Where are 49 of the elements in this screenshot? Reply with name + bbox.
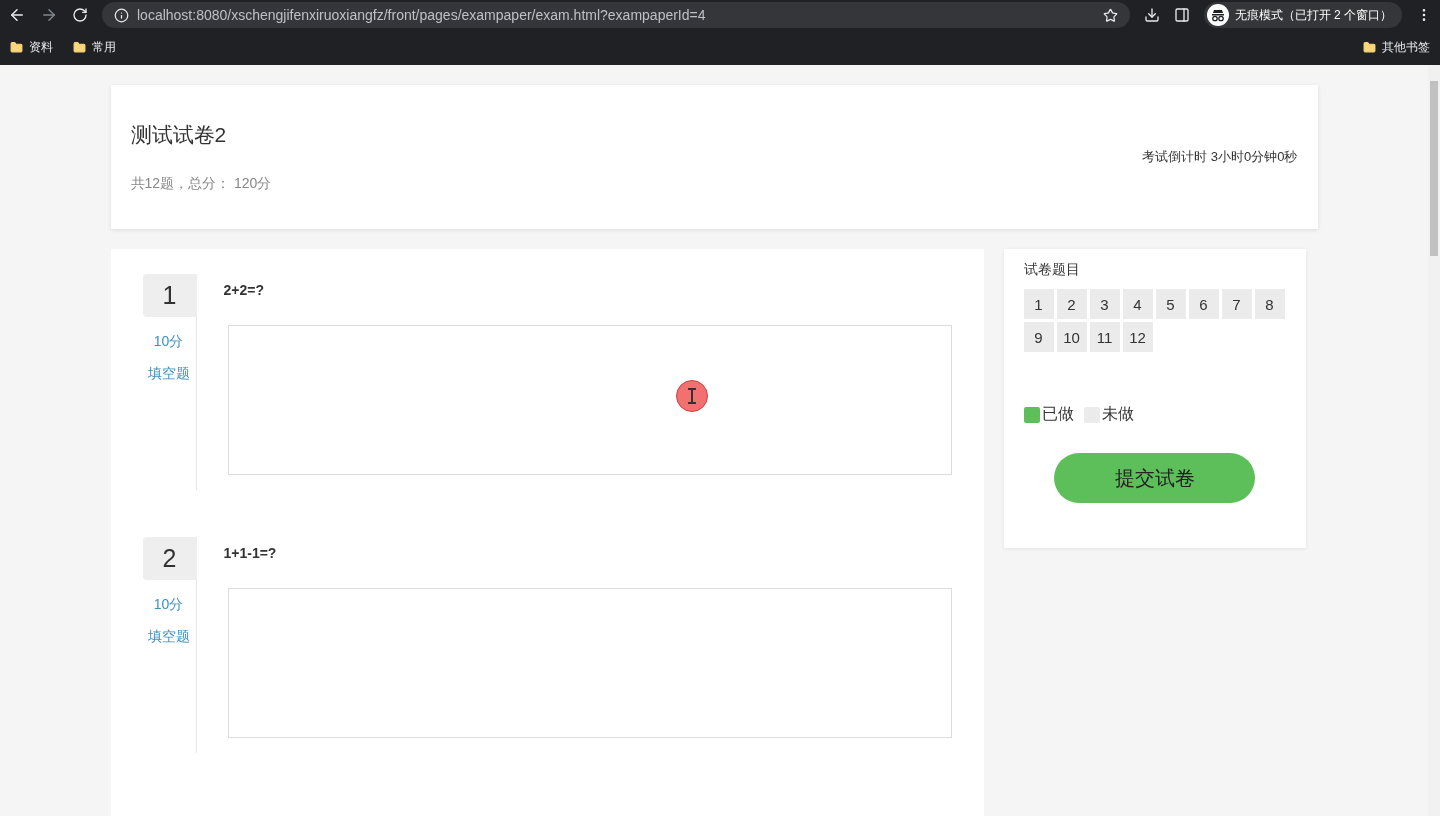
answer-field[interactable]: [227, 588, 952, 738]
question-nav-button[interactable]: 12: [1122, 322, 1153, 352]
bookmark-folder[interactable]: 其他书签: [1363, 39, 1430, 56]
back-icon[interactable]: [8, 6, 26, 24]
forward-icon[interactable]: [40, 6, 58, 24]
incognito-icon: [1206, 4, 1229, 26]
navigator-title: 试卷题目: [1023, 261, 1081, 279]
folder-icon: [73, 41, 86, 54]
question-number: 2: [142, 537, 197, 580]
question-nav-button[interactable]: 4: [1122, 289, 1153, 319]
bookmark-folder[interactable]: 常用: [73, 39, 116, 56]
question-nav-button[interactable]: 9: [1023, 322, 1054, 352]
question-score: 10分: [153, 596, 184, 614]
address-bar[interactable]: localhost:8080/xschengjifenxiruoxiangfz/front/pages/exampaper/exam.html?exampaperId=4: [102, 2, 1130, 28]
question-score: 10分: [153, 333, 184, 351]
question-title: 1+1-1=?: [223, 544, 278, 561]
question-number: 1: [142, 274, 197, 317]
info-icon[interactable]: [114, 7, 129, 23]
download-icon[interactable]: [1143, 7, 1160, 23]
folder-icon: [10, 41, 23, 54]
answer-field[interactable]: [227, 325, 952, 475]
url-text: localhost:8080/xschengjifenxiruoxiangfz/front/pages/exampaper/exam.html?exampaperId=4: [137, 7, 707, 23]
question-type: 填空题: [147, 628, 190, 646]
question-nav-button[interactable]: 11: [1089, 322, 1120, 352]
question-nav-button[interactable]: 1: [1023, 289, 1054, 319]
question-nav-button[interactable]: 7: [1221, 289, 1252, 319]
incognito-badge[interactable]: 无痕模式（已打开 2 个窗口）: [1203, 2, 1402, 28]
question-nav-button[interactable]: 10: [1056, 322, 1087, 352]
exam-summary: 共12题，总分： 120分: [130, 175, 272, 193]
legend-label: 未做: [1101, 404, 1134, 424]
scrollbar[interactable]: [1428, 65, 1440, 816]
folder-icon: [1363, 41, 1376, 54]
star-icon[interactable]: [1102, 7, 1118, 23]
question-title: 2+2=?: [223, 281, 265, 298]
submit-button[interactable]: 提交试卷: [1054, 453, 1255, 503]
exam-title: 测试试卷2: [130, 122, 228, 148]
side-panel-icon[interactable]: [1173, 7, 1190, 23]
question-nav-button[interactable]: 6: [1188, 289, 1219, 319]
legend-swatch: [1023, 406, 1040, 423]
question-nav-button[interactable]: 3: [1089, 289, 1120, 319]
bookmark-folder[interactable]: 资料: [10, 39, 53, 56]
reload-icon[interactable]: [72, 7, 88, 23]
countdown-text: 考试倒计时 3小时0分钟0秒: [1142, 148, 1298, 166]
legend-label: 已做: [1041, 404, 1074, 424]
incognito-label: 无痕模式（已打开 2 个窗口）: [1234, 6, 1392, 24]
question-nav-button[interactable]: 8: [1254, 289, 1285, 319]
question-type: 填空题: [147, 365, 190, 383]
question-nav-button[interactable]: 2: [1056, 289, 1087, 319]
question-nav-button[interactable]: 5: [1155, 289, 1186, 319]
